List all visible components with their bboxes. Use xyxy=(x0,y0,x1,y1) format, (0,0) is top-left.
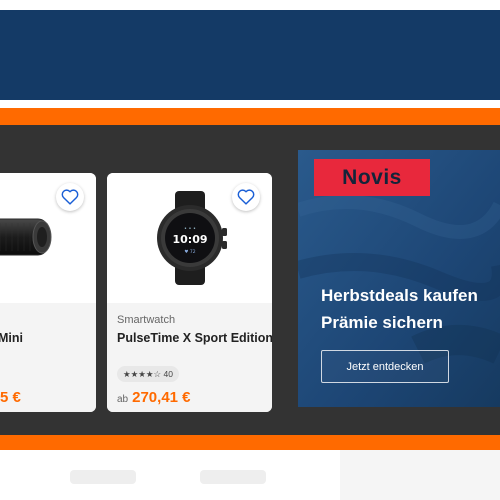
heart-icon xyxy=(237,189,255,205)
product-price: 5 € xyxy=(0,389,21,406)
product-card[interactable]: Mini 5 € xyxy=(0,173,96,412)
svg-text:• • •: • • • xyxy=(184,226,196,232)
discover-button[interactable]: Jetzt entdecken xyxy=(321,350,449,383)
site-header xyxy=(0,10,500,100)
placeholder-side-panel xyxy=(340,450,500,500)
placeholder-block-2 xyxy=(200,470,266,484)
product-image-area[interactable]: • • • 10:09 ♥ 72 xyxy=(107,173,272,303)
wishlist-heart-button[interactable] xyxy=(56,183,84,211)
product-image-area[interactable] xyxy=(0,173,96,303)
price-prefix: ab xyxy=(117,394,129,405)
price-row: 5 € xyxy=(0,389,21,406)
promo-subheadline: Prämie sichern xyxy=(321,313,443,332)
product-category: Smartwatch xyxy=(117,314,176,326)
svg-text:♥ 72: ♥ 72 xyxy=(184,249,195,255)
svg-text:10:09: 10:09 xyxy=(172,233,207,246)
promo-headline: Herbstdeals kaufen xyxy=(321,286,478,305)
rating-badge: ★★★★☆ 40 xyxy=(117,366,179,382)
product-title[interactable]: Mini xyxy=(0,331,23,345)
accent-stripe-bottom xyxy=(0,435,500,450)
brand-logo: Novis xyxy=(314,159,430,196)
top-strip xyxy=(0,0,500,10)
price-row: ab 270,41 € xyxy=(117,389,191,406)
page: Mini 5 € • • • 10:09 ♥ 72 Smartwatch Pul… xyxy=(0,0,500,500)
promo-banner[interactable]: Novis Herbstdeals kaufen Prämie sichern … xyxy=(298,150,500,407)
product-card[interactable]: • • • 10:09 ♥ 72 Smartwatch PulseTime X … xyxy=(107,173,272,412)
accent-stripe-top xyxy=(0,108,500,125)
placeholder-block-1 xyxy=(70,470,136,484)
wishlist-heart-button[interactable] xyxy=(232,183,260,211)
heart-icon xyxy=(61,189,79,205)
product-price: 270,41 € xyxy=(132,389,191,406)
header-gap xyxy=(0,100,500,108)
product-title[interactable]: PulseTime X Sport Edition xyxy=(117,331,272,345)
